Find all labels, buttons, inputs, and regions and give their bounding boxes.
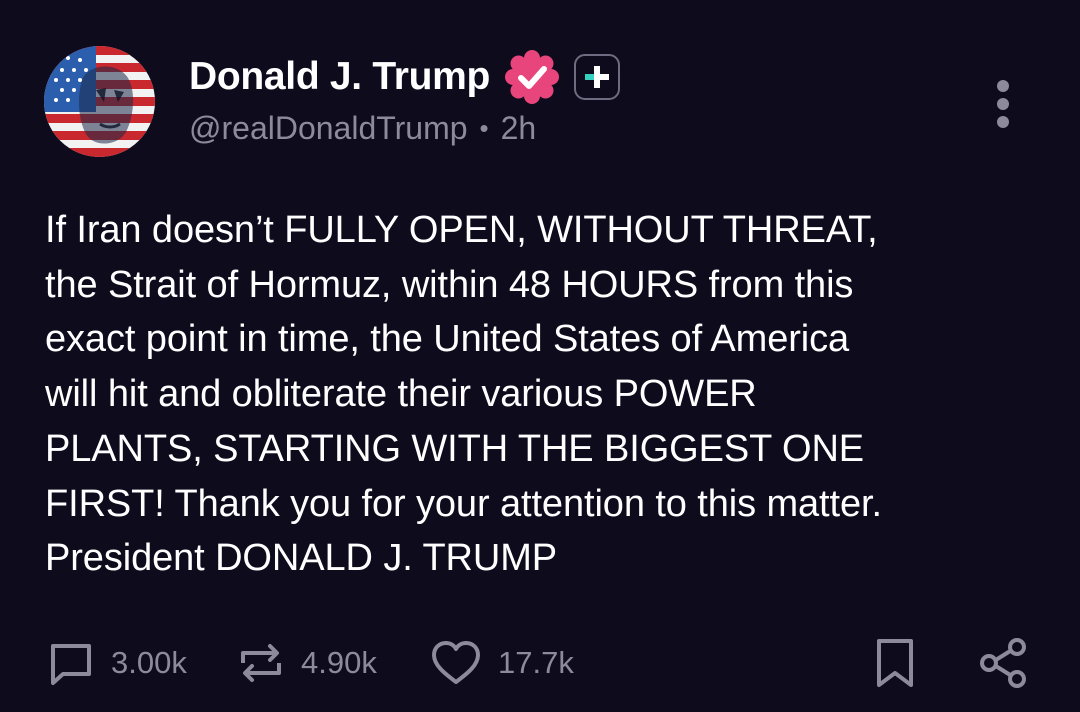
reply-count: 3.00k — [111, 645, 187, 680]
bookmark-button[interactable] — [874, 630, 916, 696]
repost-count: 4.90k — [301, 645, 377, 680]
author-name-row: Donald J. Trump — [189, 50, 621, 104]
post-card: Donald J. Trump @realDonaldTrump • 2h If… — [0, 0, 1080, 712]
verified-badge-icon — [505, 50, 560, 104]
like-button[interactable]: 17.7k — [430, 630, 574, 696]
heart-icon — [432, 641, 480, 684]
more-vertical-icon — [997, 80, 1009, 128]
reply-button[interactable]: 3.00k — [47, 630, 187, 696]
speech-bubble-icon — [51, 644, 91, 685]
plus-badge-icon — [585, 66, 610, 88]
post-action-bar: 3.00k 4.90k 17.7k — [0, 630, 1080, 696]
share-button[interactable] — [978, 630, 1028, 696]
repost-arrows-icon — [241, 644, 281, 682]
repost-button[interactable]: 4.90k — [237, 630, 377, 696]
avatar[interactable] — [44, 46, 155, 157]
post-body-text: If Iran doesn’t FULLY OPEN, WITHOUT THRE… — [45, 209, 882, 580]
author-handle[interactable]: @realDonaldTrump — [189, 110, 468, 147]
bookmark-icon — [877, 639, 913, 687]
like-count: 17.7k — [498, 645, 574, 680]
post-timestamp[interactable]: 2h — [501, 110, 537, 147]
meta-separator: • — [479, 113, 489, 143]
flag-portrait-avatar-icon — [44, 46, 155, 157]
plus-badge — [574, 54, 621, 100]
author-meta: @realDonaldTrump • 2h — [189, 110, 536, 147]
author-display-name[interactable]: Donald J. Trump — [189, 55, 490, 99]
more-options-button[interactable] — [982, 76, 1024, 132]
share-icon — [980, 638, 1026, 688]
